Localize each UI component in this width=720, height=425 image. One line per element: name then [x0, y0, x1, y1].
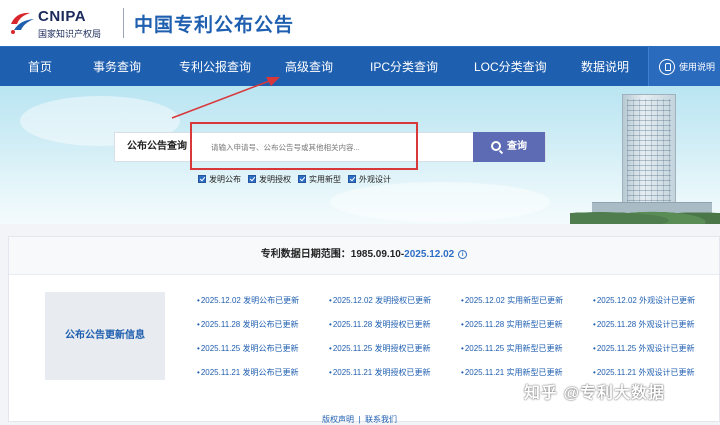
- update-link[interactable]: 2025.11.21 外观设计已更新: [593, 367, 695, 378]
- filter-label: 外观设计: [359, 174, 391, 184]
- building-tower: [622, 94, 676, 216]
- search-label: 公布公告查询: [127, 141, 187, 152]
- checkbox-checked-icon[interactable]: [248, 175, 256, 183]
- nav-item-advanced-query[interactable]: 高级查询: [285, 47, 333, 87]
- date-range-end: 2025.12.02: [404, 249, 455, 260]
- footer-link-copyright[interactable]: 版权声明: [322, 415, 354, 424]
- annotation-highlight-box: [190, 122, 418, 170]
- update-link[interactable]: 2025.12.02 发明授权已更新: [329, 295, 431, 306]
- help-label: 使用说明: [679, 62, 716, 72]
- nav-item-ipc-query[interactable]: IPC分类查询: [370, 47, 438, 87]
- info-icon[interactable]: i: [458, 250, 468, 259]
- date-range-prefix: 专利数据日期范围：: [260, 249, 351, 260]
- update-link[interactable]: 2025.11.28 发明授权已更新: [329, 319, 431, 330]
- main-navbar: 首页 事务查询 专利公报查询 高级查询 IPC分类查询 LOC分类查询 数据说明…: [0, 46, 720, 87]
- nav-item-affairs-query[interactable]: 事务查询: [93, 47, 141, 87]
- nav-item-data-description[interactable]: 数据说明: [581, 47, 629, 87]
- checkbox-checked-icon[interactable]: [298, 175, 306, 183]
- search-icon: [491, 141, 501, 151]
- update-link[interactable]: 2025.11.21 发明公布已更新: [197, 367, 299, 378]
- date-range-start: 1985.09.10: [350, 249, 401, 260]
- update-link[interactable]: 2025.11.25 外观设计已更新: [593, 343, 695, 354]
- search-button-label: 查询: [507, 141, 527, 152]
- nav-item-loc-query[interactable]: LOC分类查询: [474, 47, 547, 87]
- update-link[interactable]: 2025.11.28 发明公布已更新: [197, 319, 299, 330]
- help-button[interactable]: 使用说明: [648, 47, 720, 87]
- update-link[interactable]: 2025.11.25 实用新型已更新: [461, 343, 563, 354]
- checkbox-checked-icon[interactable]: [198, 175, 206, 183]
- filter-design[interactable]: 外观设计: [348, 172, 391, 186]
- footer-link-contact[interactable]: 联系我们: [365, 415, 397, 424]
- trees-image: [570, 206, 720, 224]
- logo-english-name: CNIPA: [38, 8, 87, 25]
- update-link[interactable]: 2025.11.25 发明公布已更新: [197, 343, 299, 354]
- cnipa-logo-mark-icon: [11, 12, 34, 34]
- update-link[interactable]: 2025.11.28 外观设计已更新: [593, 319, 695, 330]
- update-link[interactable]: 2025.11.21 发明授权已更新: [329, 367, 431, 378]
- type-filters: 发明公布 发明授权 实用新型 外观设计: [198, 172, 391, 186]
- watermark-text: 知乎 @专利大数据: [524, 385, 666, 402]
- lightbulb-icon: [659, 59, 675, 75]
- header-divider: [123, 8, 124, 38]
- filter-label: 发明授权: [259, 174, 291, 184]
- cnipa-logo[interactable]: CNIPA 国家知识产权局: [8, 6, 126, 42]
- filter-invention-grant[interactable]: 发明授权: [248, 172, 291, 186]
- date-range-bar: 专利数据日期范围：1985.09.10-2025.12.02 i: [9, 237, 719, 275]
- top-header: CNIPA 国家知识产权局 中国专利公布公告: [0, 0, 720, 46]
- update-link[interactable]: 2025.11.28 实用新型已更新: [461, 319, 563, 330]
- nav-item-gazette-query[interactable]: 专利公报查询: [179, 47, 251, 87]
- footer-links: 版权声明 | 联系我们: [322, 415, 397, 424]
- updates-title-box: 公布公告更新信息: [45, 292, 165, 380]
- update-link[interactable]: 2025.12.02 实用新型已更新: [461, 295, 563, 306]
- site-title: 中国专利公布公告: [134, 15, 295, 36]
- update-link[interactable]: 2025.11.25 发明授权已更新: [329, 343, 431, 354]
- office-building-image: [592, 94, 712, 224]
- nav-item-home[interactable]: 首页: [28, 47, 52, 87]
- update-link[interactable]: 2025.12.02 外观设计已更新: [593, 295, 695, 306]
- filter-utility-model[interactable]: 实用新型: [298, 172, 341, 186]
- filter-invention-publication[interactable]: 发明公布: [198, 172, 241, 186]
- filter-label: 实用新型: [309, 174, 341, 184]
- checkbox-checked-icon[interactable]: [348, 175, 356, 183]
- decorative-cloud: [330, 182, 550, 222]
- update-link[interactable]: 2025.12.02 发明公布已更新: [197, 295, 299, 306]
- search-button[interactable]: 查询: [473, 132, 545, 162]
- filter-label: 发明公布: [209, 174, 241, 184]
- search-hero: 公布公告查询 查询 发明公布 发明授权 实用新型 外观设计: [0, 86, 720, 224]
- logo-chinese-name: 国家知识产权局: [38, 30, 102, 40]
- update-link[interactable]: 2025.11.21 实用新型已更新: [461, 367, 563, 378]
